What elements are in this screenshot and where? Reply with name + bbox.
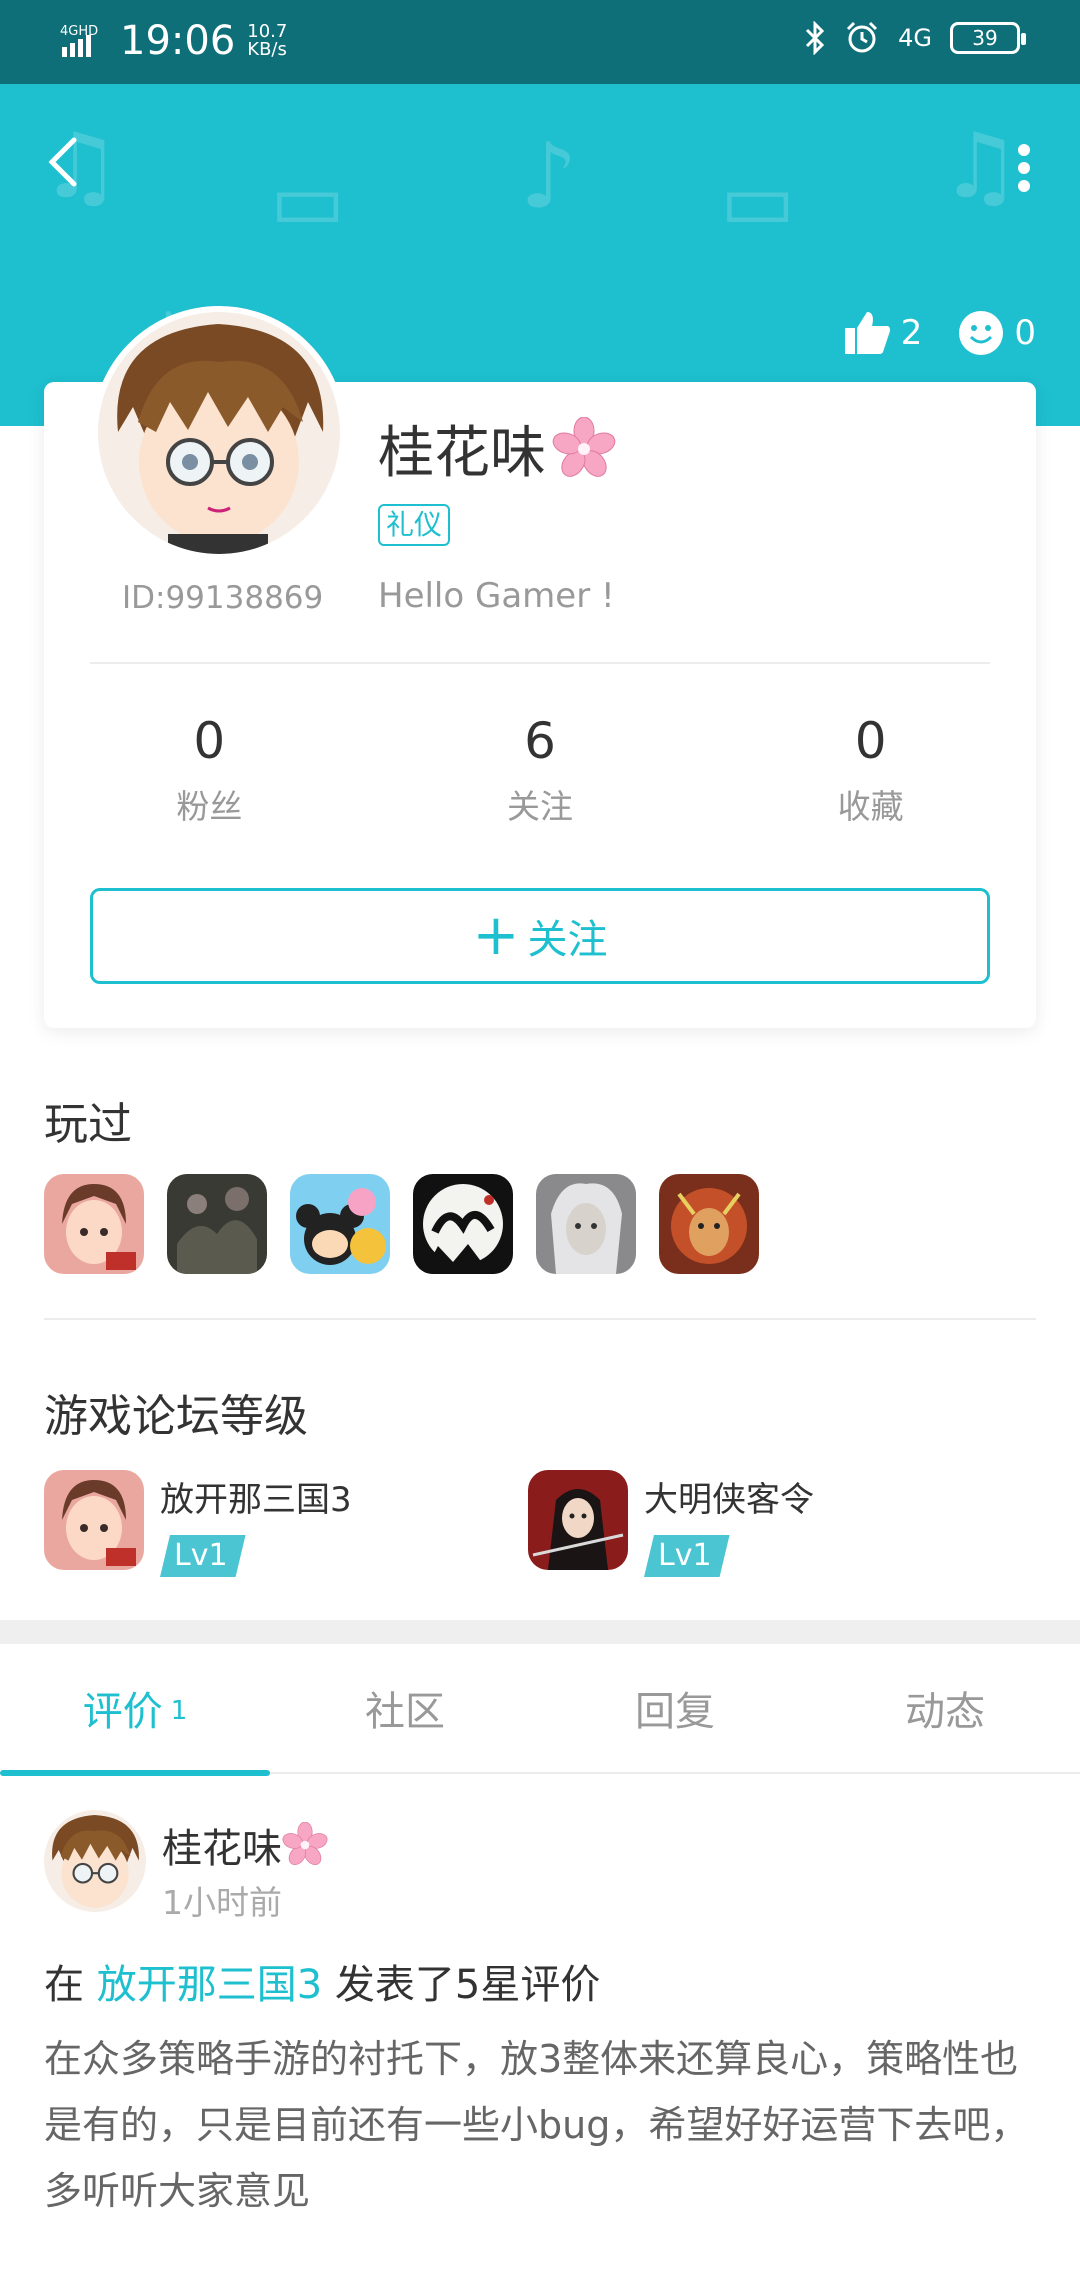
status-bar: 4GHD 19:06 10.7 KB/s 4G 39 [0, 0, 1080, 84]
header-stats: 2 0 [807, 310, 1036, 356]
review-headline: 在 放开那三国3 发表了5星评价 [44, 1952, 600, 2010]
played-section-title: 玩过 [44, 1099, 132, 1150]
smile-count-group[interactable]: 0 [958, 310, 1036, 356]
music-note-icon: ♪ [520, 124, 578, 229]
forum-level-item[interactable]: 放开那三国3 Lv1 [44, 1470, 352, 1577]
flower-icon [552, 416, 616, 477]
plus-icon: + [472, 903, 520, 968]
tab-activity[interactable]: 动态 [810, 1644, 1080, 1772]
forum-level-item[interactable]: 大明侠客令 Lv1 [528, 1470, 814, 1577]
stat-label: 粉丝 [176, 787, 243, 826]
thumbs-up-icon [844, 312, 890, 354]
review-author-name[interactable]: 桂花味 [162, 1816, 328, 1874]
content-tabs: 评价 1 社区 回复 动态 [0, 1644, 1080, 1776]
stat-favorites[interactable]: 0 收藏 [705, 712, 1036, 828]
dot [1018, 180, 1030, 192]
flower-icon [282, 1822, 328, 1865]
smile-icon [959, 311, 1004, 355]
tab-community[interactable]: 社区 [270, 1644, 540, 1772]
alarm-icon [847, 21, 878, 53]
level-badge: Lv1 [644, 1535, 730, 1577]
follow-button-label: 关注 [527, 917, 608, 963]
level-badge: Lv1 [160, 1535, 246, 1577]
section-separator [0, 1620, 1080, 1644]
forum-game-name: 放开那三国3 [160, 1480, 352, 1520]
stat-value: 0 [854, 712, 887, 770]
review-game-link[interactable]: 放开那三国3 [97, 1962, 322, 2008]
review-author-avatar[interactable] [44, 1810, 146, 1912]
stat-following[interactable]: 6 关注 [375, 712, 706, 828]
review-prefix: 在 [44, 1962, 97, 2008]
user-name-text: 桂花味 [378, 421, 546, 486]
smile-count: 0 [1014, 313, 1036, 353]
game-icon-tsum-tsum[interactable] [290, 1174, 390, 1274]
back-button[interactable] [44, 132, 104, 202]
dot [1018, 144, 1030, 156]
game-icon-lion-warrior[interactable] [659, 1174, 759, 1274]
user-bio: Hello Gamer ! [378, 576, 615, 616]
forum-level-section-title: 游戏论坛等级 [44, 1391, 308, 1442]
divider [90, 662, 990, 664]
stat-value: 6 [524, 712, 556, 770]
tab-replies[interactable]: 回复 [540, 1644, 810, 1772]
stat-label: 收藏 [837, 787, 904, 826]
forum-game-name: 大明侠客令 [644, 1480, 814, 1520]
tab-label: 动态 [905, 1689, 985, 1735]
profile-stats: 0 粉丝 6 关注 0 收藏 [44, 712, 1036, 828]
stat-label: 关注 [507, 787, 573, 826]
network-speed: 10.7 KB/s [247, 23, 287, 59]
battery-icon: 39 [950, 22, 1026, 54]
follow-button[interactable]: + 关注 [90, 888, 990, 984]
active-tab-indicator [0, 1770, 270, 1776]
signal-icon: 4GHD [60, 24, 98, 57]
game-icon-ink-garden[interactable] [167, 1174, 267, 1274]
review-timestamp: 1小时前 [162, 1883, 282, 1922]
tab-label: 回复 [635, 1689, 715, 1735]
review-author-name-text: 桂花味 [162, 1826, 282, 1872]
avatar[interactable] [92, 306, 346, 560]
bluetooth-icon [806, 21, 825, 55]
like-count-group[interactable]: 2 [843, 310, 923, 356]
divider [44, 1318, 1036, 1320]
review-suffix: 发表了5星评价 [322, 1962, 601, 2008]
game-icon-fangkai-sanguo [44, 1470, 144, 1570]
user-id: ID:99138869 [122, 580, 324, 616]
game-icon-fangkai-sanguo[interactable] [44, 1174, 144, 1274]
chevron-left-icon [48, 137, 77, 187]
tab-count: 1 [170, 1696, 188, 1726]
more-options-button[interactable] [1004, 138, 1044, 198]
clock: 19:06 [120, 18, 236, 64]
dot [1018, 162, 1030, 174]
gamepad-icon: ▭ [720, 154, 796, 247]
stat-followers[interactable]: 0 粉丝 [44, 712, 375, 828]
user-tag: 礼仪 [378, 504, 451, 546]
stat-value: 0 [193, 712, 226, 770]
tab-label: 评价 [82, 1689, 163, 1735]
svg-text:4GHD: 4GHD [60, 24, 98, 39]
review-body[interactable]: 在众多策略手游的衬托下，放3整体来还算良心，策略性也是有的，只是目前还有一些小b… [44, 2026, 1036, 2224]
tab-label: 社区 [365, 1689, 445, 1735]
user-name: 桂花味 [378, 408, 616, 489]
tab-reviews[interactable]: 评价 1 [0, 1644, 270, 1776]
game-icon-daming-xiakeling [528, 1470, 628, 1570]
played-games-list [44, 1174, 759, 1274]
gamepad-icon: ▭ [270, 154, 346, 247]
like-count: 2 [900, 313, 923, 353]
battery-level: 39 [972, 26, 998, 50]
avatar-image [98, 312, 340, 554]
network-type: 4G [898, 24, 932, 52]
game-icon-silver-hero[interactable] [536, 1174, 636, 1274]
game-icon-qunxiazhuan[interactable] [413, 1174, 513, 1274]
speed-unit: KB/s [247, 39, 287, 60]
